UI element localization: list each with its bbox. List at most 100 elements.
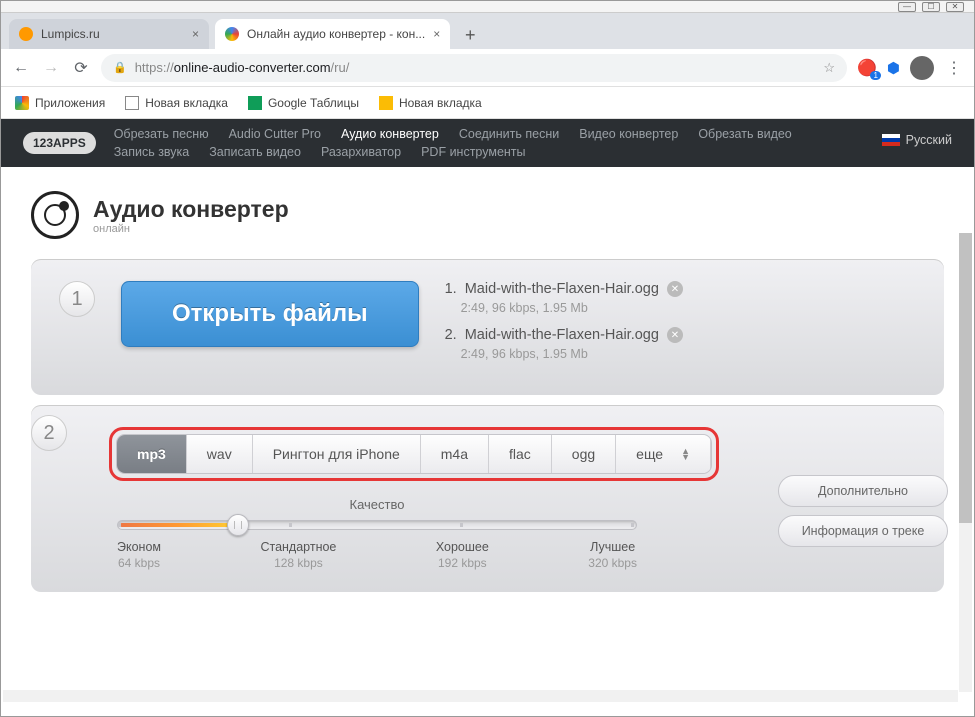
- quality-slider[interactable]: Эконом64 kbps Стандартное128 kbps Хороше…: [117, 520, 637, 570]
- bookmark-item[interactable]: Новая вкладка: [379, 96, 482, 110]
- favicon-icon: [225, 27, 239, 41]
- profile-avatar[interactable]: [910, 56, 934, 80]
- slider-stop: [460, 523, 463, 527]
- open-files-button[interactable]: Открыть файлы: [121, 281, 419, 347]
- format-highlight: mp3 wav Рингтон для iPhone m4a flac ogg …: [109, 427, 719, 481]
- address-bar: ← → ⟳ 🔒 https://online-audio-converter.c…: [1, 49, 974, 87]
- track-info-button[interactable]: Информация о треке: [778, 515, 948, 547]
- window-maximize[interactable]: ☐: [922, 2, 940, 12]
- file-index: 2.: [445, 327, 457, 343]
- slider-stop: [631, 523, 634, 527]
- slider-fill: [120, 523, 234, 527]
- remove-file-icon[interactable]: ✕: [667, 327, 683, 343]
- language-selector[interactable]: Русский: [882, 133, 952, 147]
- file-row: 2. Maid-with-the-Flaxen-Hair.ogg ✕ 2:49,…: [445, 327, 916, 361]
- scrollbar-horizontal[interactable]: [3, 690, 958, 702]
- quality-stop[interactable]: Стандартное128 kbps: [260, 540, 336, 570]
- page-icon: [125, 96, 139, 110]
- format-more-label: еще: [636, 446, 663, 462]
- page-icon: [379, 96, 393, 110]
- quality-label: Качество: [117, 497, 637, 512]
- bookmarks-bar: Приложения Новая вкладка Google Таблицы …: [1, 87, 974, 119]
- step1-panel: 1 Открыть файлы 1. Maid-with-the-Flaxen-…: [31, 259, 944, 395]
- bookmark-label: Google Таблицы: [268, 96, 359, 110]
- extension-icon[interactable]: 🔴1: [857, 58, 877, 78]
- tabs-bar: Lumpics.ru × Онлайн аудио конвертер - ко…: [1, 13, 974, 49]
- advanced-button[interactable]: Дополнительно: [778, 475, 948, 507]
- nav-link[interactable]: Запись звука: [114, 145, 190, 159]
- bookmark-star-icon[interactable]: ☆: [823, 60, 835, 76]
- bookmark-label: Новая вкладка: [399, 96, 482, 110]
- scrollbar-thumb[interactable]: [959, 233, 972, 523]
- apps-icon: [15, 96, 29, 110]
- step-number: 2: [31, 415, 67, 451]
- site-nav: 123APPS Обрезать песню Audio Cutter Pro …: [1, 119, 974, 167]
- lock-icon: 🔒: [113, 61, 127, 74]
- page-title: Аудио конвертер: [93, 196, 289, 223]
- tab-converter[interactable]: Онлайн аудио конвертер - кон... ×: [215, 19, 450, 49]
- nav-link[interactable]: Видео конвертер: [579, 127, 678, 141]
- extension-icon[interactable]: ⬢: [887, 59, 900, 77]
- nav-link[interactable]: Обрезать песню: [114, 127, 209, 141]
- bookmark-item[interactable]: Google Таблицы: [248, 96, 359, 110]
- favicon-icon: [19, 27, 33, 41]
- nav-link[interactable]: Audio Cutter Pro: [229, 127, 321, 141]
- scrollbar-vertical[interactable]: [959, 233, 972, 692]
- format-ogg[interactable]: ogg: [552, 435, 616, 473]
- flag-icon: [882, 134, 900, 146]
- nav-link[interactable]: Обрезать видео: [698, 127, 791, 141]
- quality-stop[interactable]: Лучшее320 kbps: [588, 540, 637, 570]
- logo[interactable]: 123APPS: [23, 132, 96, 154]
- file-row: 1. Maid-with-the-Flaxen-Hair.ogg ✕ 2:49,…: [445, 281, 916, 315]
- sort-icon: ▲▼: [681, 448, 690, 460]
- bookmark-label: Новая вкладка: [145, 96, 228, 110]
- format-wav[interactable]: wav: [187, 435, 253, 473]
- format-flac[interactable]: flac: [489, 435, 552, 473]
- file-info: 2:49, 96 kbps, 1.95 Mb: [445, 347, 916, 361]
- url-path: /ru/: [331, 60, 350, 75]
- slider-stop: [289, 523, 292, 527]
- file-info: 2:49, 96 kbps, 1.95 Mb: [445, 301, 916, 315]
- apps-button[interactable]: Приложения: [15, 96, 105, 110]
- bookmark-label: Приложения: [35, 96, 105, 110]
- language-label: Русский: [906, 133, 952, 147]
- quality-stop[interactable]: Эконом64 kbps: [117, 540, 161, 570]
- nav-link[interactable]: Соединить песни: [459, 127, 559, 141]
- file-name: Maid-with-the-Flaxen-Hair.ogg: [465, 281, 659, 297]
- file-name: Maid-with-the-Flaxen-Hair.ogg: [465, 327, 659, 343]
- format-more[interactable]: еще ▲▼: [616, 435, 711, 473]
- forward-button: →: [41, 59, 61, 77]
- bookmark-item[interactable]: Новая вкладка: [125, 96, 228, 110]
- omnibox[interactable]: 🔒 https://online-audio-converter.com/ru/…: [101, 54, 847, 82]
- format-selector: mp3 wav Рингтон для iPhone m4a flac ogg …: [116, 434, 712, 474]
- sheets-icon: [248, 96, 262, 110]
- remove-file-icon[interactable]: ✕: [667, 281, 683, 297]
- slider-thumb[interactable]: [227, 514, 249, 536]
- close-icon[interactable]: ×: [192, 27, 199, 41]
- back-button[interactable]: ←: [11, 59, 31, 77]
- step2-panel: 2 mp3 wav Рингтон для iPhone m4a flac og…: [31, 405, 944, 592]
- slider-stop: [118, 523, 121, 527]
- new-tab-button[interactable]: +: [456, 21, 484, 49]
- tab-lumpics[interactable]: Lumpics.ru ×: [9, 19, 209, 49]
- disc-icon: [31, 191, 79, 239]
- nav-link[interactable]: PDF инструменты: [421, 145, 525, 159]
- reload-button[interactable]: ⟳: [71, 58, 91, 78]
- window-close[interactable]: ✕: [946, 2, 964, 12]
- step-number: 1: [59, 281, 95, 317]
- nav-link[interactable]: Разархиватор: [321, 145, 401, 159]
- close-icon[interactable]: ×: [433, 27, 440, 41]
- page-subtitle: онлайн: [93, 223, 289, 235]
- format-ringtone[interactable]: Рингтон для iPhone: [253, 435, 421, 473]
- nav-link-active[interactable]: Аудио конвертер: [341, 127, 439, 141]
- nav-link[interactable]: Записать видео: [209, 145, 301, 159]
- page-header: Аудио конвертер онлайн: [1, 167, 974, 259]
- tab-title: Lumpics.ru: [41, 27, 100, 41]
- format-m4a[interactable]: m4a: [421, 435, 489, 473]
- format-mp3[interactable]: mp3: [117, 435, 187, 473]
- menu-icon[interactable]: ⋮: [944, 58, 964, 78]
- tab-title: Онлайн аудио конвертер - кон...: [247, 27, 425, 41]
- url-scheme: https://: [135, 60, 174, 75]
- quality-stop[interactable]: Хорошее192 kbps: [436, 540, 489, 570]
- window-minimize[interactable]: —: [898, 2, 916, 12]
